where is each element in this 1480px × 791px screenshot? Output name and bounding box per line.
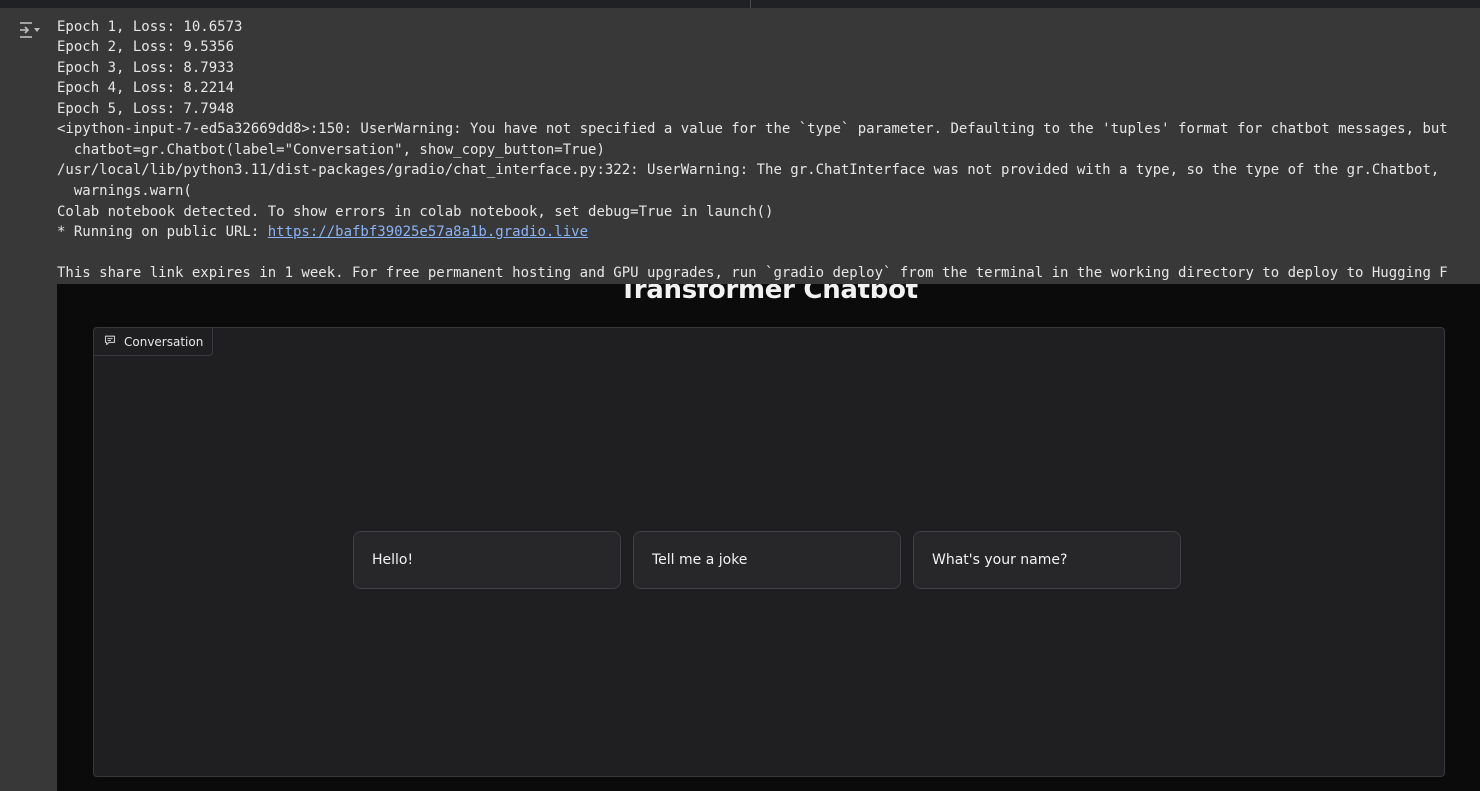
example-button-hello[interactable]: Hello! — [353, 531, 621, 589]
output-line: Epoch 2, Loss: 9.5356 — [57, 39, 235, 55]
output-actions-icon[interactable] — [14, 18, 44, 42]
output-line: chatbot=gr.Chatbot(label="Conversation",… — [57, 142, 605, 158]
share-notice-line: This share link expires in 1 week. For f… — [57, 265, 1448, 281]
output-line: /usr/local/lib/python3.11/dist-packages/… — [57, 162, 1440, 178]
public-url-link[interactable]: https://bafbf39025e57a8a1b.gradio.live — [268, 224, 588, 240]
output-line: Epoch 5, Loss: 7.7948 — [57, 101, 235, 117]
output-line: Epoch 3, Loss: 8.7933 — [57, 60, 235, 76]
chatbot-label-tab: Conversation — [94, 328, 214, 356]
example-button-name[interactable]: What's your name? — [913, 531, 1181, 589]
app-title: Transformer Chatbot — [619, 284, 918, 305]
output-line: Colab notebook detected. To show errors … — [57, 204, 774, 220]
public-url-prefix: * Running on public URL: — [57, 224, 268, 240]
chat-bubble-icon — [104, 335, 116, 349]
output-gutter — [0, 8, 57, 791]
chatbot-label: Conversation — [124, 334, 204, 349]
example-button-joke[interactable]: Tell me a joke — [633, 531, 901, 589]
example-prompts: Hello! Tell me a joke What's your name? — [353, 531, 1181, 589]
gradio-app-frame: Transformer Chatbot Conversation Hello! … — [57, 284, 1480, 791]
cell-top-bar — [0, 0, 1480, 8]
public-url-line: * Running on public URL: https://bafbf39… — [57, 222, 588, 242]
chatbot-panel: Conversation Hello! Tell me a joke What'… — [93, 327, 1445, 777]
output-line: warnings.warn( — [57, 183, 192, 199]
output-line: <ipython-input-7-ed5a32669dd8>:150: User… — [57, 121, 1448, 137]
cell-output-text: Epoch 1, Loss: 10.6573 Epoch 2, Loss: 9.… — [57, 8, 1480, 284]
cell-divider — [750, 0, 751, 8]
output-line: Epoch 4, Loss: 8.2214 — [57, 80, 235, 96]
output-line: Epoch 1, Loss: 10.6573 — [57, 19, 243, 35]
